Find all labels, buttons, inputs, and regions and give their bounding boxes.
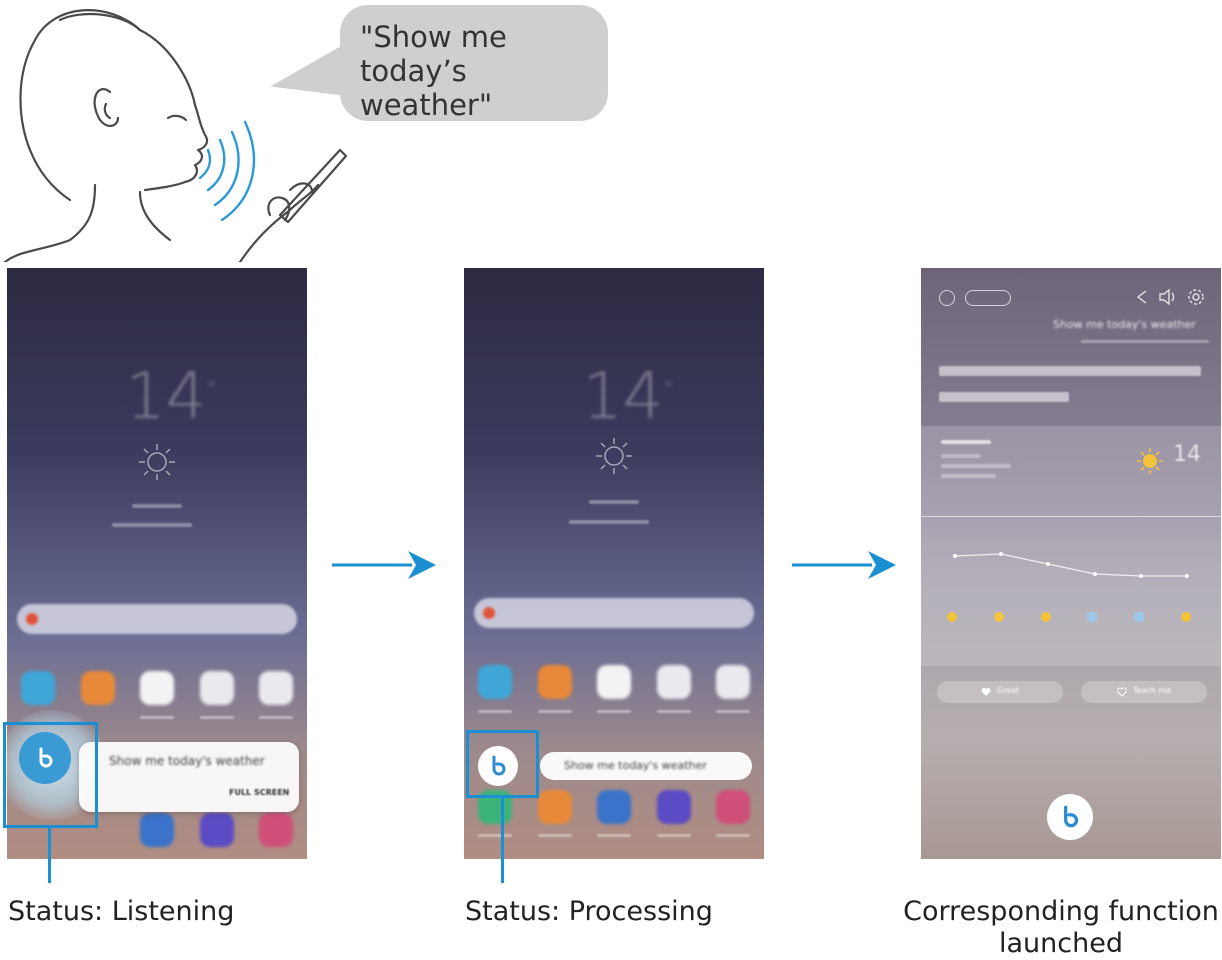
app-icon-contacts[interactable] [538,790,572,824]
status-label-listening: Status: Listening [8,896,235,927]
share-icon[interactable] [1133,288,1151,306]
heart-outline-icon [1117,687,1127,697]
app-icon-samsung-folder[interactable] [716,665,750,699]
highlight-box-listening [3,722,98,828]
callout-line-listening [48,828,51,883]
app-icon-camera[interactable] [259,813,293,847]
sun-icon [139,444,175,480]
search-bar[interactable] [474,598,754,628]
hourly-icon [1134,612,1144,622]
person-speaking-illustration [3,9,348,262]
clock-value: 14 [125,360,207,434]
clock-widget: 14° [125,360,217,434]
great-button-label: Great [997,686,1020,695]
app-icon-calendar[interactable] [21,671,55,705]
search-bar[interactable] [17,604,297,634]
temperature-trend-line [953,552,1189,578]
app-icon-calendar[interactable] [478,665,512,699]
status-label-launched: Corresponding function launched [900,896,1222,960]
hourly-icon [1181,612,1191,622]
hourly-icon [1087,612,1097,622]
sun-icon [596,438,632,474]
query-text: Show me today's weather [1053,318,1196,331]
app-icon-internet[interactable] [200,813,234,847]
weather-card: 14 [921,426,1221,666]
bixby-button[interactable] [1047,794,1093,840]
query-pill: Show me today's weather [540,752,752,780]
status-label-line-1: Corresponding function [903,896,1219,927]
hourly-forecast-row [939,598,1219,648]
arrow-right-icon [792,551,896,579]
google-icon [483,607,495,619]
query-text: Show me today's weather [109,754,265,768]
full-screen-link[interactable]: FULL SCREEN [229,788,289,797]
arrow-right-icon [332,551,436,579]
hourly-icon [947,612,957,622]
status-label-line-2: launched [999,928,1123,959]
app-icon-samsung-folder[interactable] [259,671,293,705]
google-icon [26,613,38,625]
bixby-icon [1064,805,1079,828]
status-label-processing: Status: Processing [465,896,713,927]
app-icon-play-store[interactable] [140,671,174,705]
mode-toggle[interactable] [965,290,1011,306]
clock-widget: 14° [582,360,674,434]
app-icon-play-store[interactable] [597,665,631,699]
app-icon-messages[interactable] [140,813,174,847]
sun-icon [1137,448,1163,474]
heart-icon [981,688,991,696]
great-button[interactable]: Great [937,681,1063,703]
highlight-box-processing [466,730,539,798]
clock-value: 14 [582,360,664,434]
callout-line-processing [501,798,504,883]
app-icon-gallery[interactable] [538,665,572,699]
profile-icon[interactable] [939,290,955,306]
speech-bubble-text: "Show me today’s weather" [360,20,507,122]
phone-screen-weather-result: Show me today's weather 14 Great Teach m… [921,268,1221,859]
teach-me-button-label: Teach me [1133,686,1172,695]
app-icon-google-folder[interactable] [657,665,691,699]
app-icon-internet[interactable] [657,790,691,824]
hourly-icon [1041,612,1051,622]
teach-me-button[interactable]: Teach me [1081,681,1207,703]
volume-icon[interactable] [1157,288,1177,306]
temperature-value: 14 [1173,442,1201,467]
app-icon-camera[interactable] [716,790,750,824]
app-icon-gallery[interactable] [81,671,115,705]
query-text: Show me today's weather [564,759,707,772]
hourly-icon [994,612,1004,622]
app-icon-google-folder[interactable] [200,671,234,705]
answer-headline [939,366,1207,412]
settings-icon[interactable] [1187,288,1205,306]
query-card: Show me today's weather FULL SCREEN [79,742,299,812]
app-icon-messages[interactable] [597,790,631,824]
